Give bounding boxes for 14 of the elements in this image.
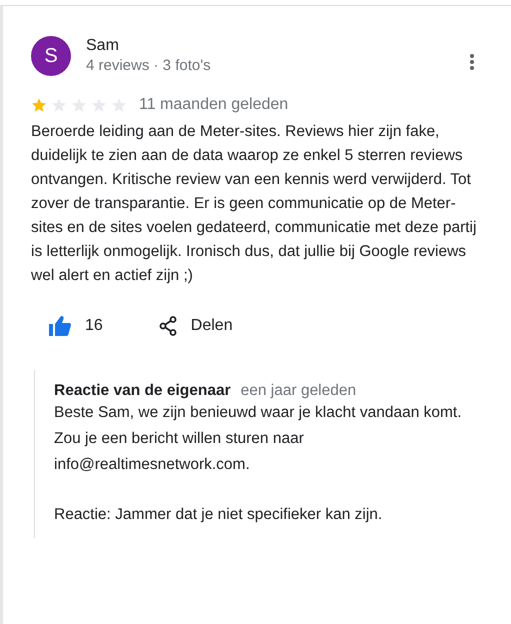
thumbs-up-icon bbox=[49, 316, 71, 336]
more-options-icon[interactable] bbox=[469, 53, 475, 71]
author-meta: 4 reviews · 3 foto's bbox=[86, 56, 212, 76]
like-button[interactable]: 16 bbox=[49, 312, 103, 340]
reply-title: Reactie van de eigenaar bbox=[54, 382, 231, 400]
author-name[interactable]: Sam bbox=[86, 36, 469, 56]
avatar: S bbox=[31, 36, 71, 76]
reply-time: een jaar geleden bbox=[240, 382, 356, 400]
reply-text: Beste Sam, we zijn benieuwd waar je klacht vandaan komt. Zou je een bericht willen sturen naar info@realtimesnetwork.com. bbox=[54, 403, 463, 475]
reply-text: Reactie: Jammer dat je niet specifieker kan zijn. bbox=[54, 505, 384, 525]
review-text: Beroerde leiding aan de Meter-sites. Reviews hier zijn fake, duidelijk te zien aan de data waarop ze enkel 5 sterren reviews ontvangen. Kritische review van een kennis werd verwijderd. Tot zover de transparantie. Er is geen communicatie op de Meter-sites en de sites voelen gedateerd, communicatie met deze partij is letterlijk onmogelijk. Ironisch dus, dat jullie bij Google reviews wel alert en actief zijn ;) bbox=[31, 122, 478, 286]
review-time: 11 maanden geleden bbox=[139, 96, 288, 114]
share-button[interactable]: Delen bbox=[158, 312, 233, 340]
share-icon bbox=[158, 316, 177, 336]
